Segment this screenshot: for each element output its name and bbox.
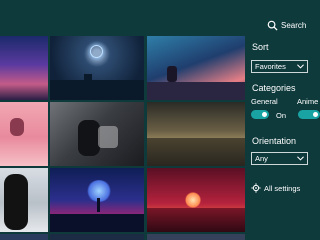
sort-dropdown[interactable]: Favorites (251, 60, 308, 73)
all-settings-label: All settings (264, 183, 301, 193)
filter-panel (248, 0, 320, 240)
wallpaper-thumbnail[interactable] (147, 36, 245, 100)
sort-title: Sort (252, 42, 269, 52)
wallpaper-thumbnail[interactable] (0, 168, 48, 232)
search-button[interactable]: Search (267, 18, 306, 32)
gear-icon (251, 183, 261, 193)
categories-title: Categories (252, 83, 296, 93)
orientation-title: Orientation (252, 136, 297, 146)
wallpaper-thumbnail[interactable] (0, 102, 48, 166)
chevron-down-icon (297, 64, 304, 69)
category-anime-label: Anime (297, 97, 319, 106)
wallpaper-thumbnail[interactable] (50, 102, 144, 166)
category-general-label: General (251, 97, 278, 106)
chevron-down-icon (297, 156, 304, 161)
wallpaper-thumbnail[interactable] (0, 36, 48, 100)
general-toggle-state: On (276, 111, 287, 120)
orientation-selected: Any (255, 154, 268, 163)
search-icon (267, 20, 278, 31)
wallpaper-thumbnail[interactable] (147, 234, 245, 240)
wallpaper-thumbnail[interactable] (147, 102, 245, 166)
orientation-dropdown[interactable]: Any (251, 152, 308, 165)
wallpaper-thumbnail[interactable] (0, 234, 48, 240)
wallpaper-thumbnail[interactable] (50, 36, 144, 100)
sort-selected: Favorites (255, 62, 286, 71)
anime-toggle[interactable] (298, 110, 320, 119)
wallpaper-thumbnail[interactable] (147, 168, 245, 232)
toggle-knob (262, 112, 267, 117)
toggle-knob (313, 112, 318, 117)
wallpaper-thumbnail[interactable] (50, 234, 144, 240)
general-toggle[interactable] (251, 110, 269, 119)
search-label: Search (281, 20, 307, 30)
wallpaper-thumbnail[interactable] (50, 168, 144, 232)
all-settings-link[interactable]: All settings (251, 183, 300, 193)
wallpaper-grid (0, 0, 246, 240)
